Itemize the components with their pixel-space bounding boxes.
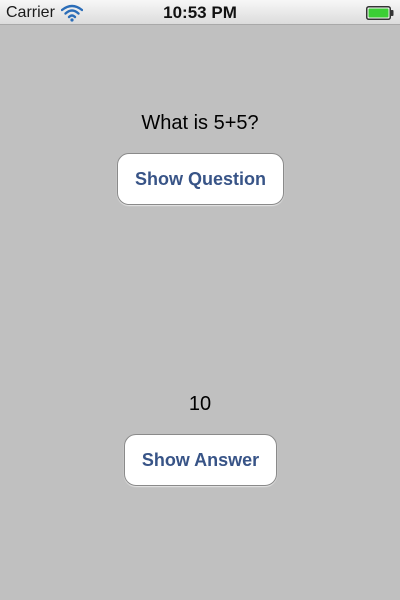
wifi-icon bbox=[60, 4, 83, 22]
show-answer-button[interactable]: Show Answer bbox=[124, 434, 277, 486]
question-text: What is 5+5? bbox=[141, 112, 259, 134]
show-question-button[interactable]: Show Question bbox=[117, 153, 284, 205]
app-screen: Carrier 10:53 PM What is 5+5? Show Quest… bbox=[0, 0, 400, 600]
answer-text: 10 bbox=[188, 393, 212, 415]
carrier-group: Carrier bbox=[6, 3, 83, 23]
carrier-label: Carrier bbox=[6, 4, 55, 21]
status-bar: Carrier 10:53 PM bbox=[0, 0, 400, 25]
battery-icon bbox=[366, 6, 394, 20]
status-time: 10:53 PM bbox=[163, 3, 237, 22]
